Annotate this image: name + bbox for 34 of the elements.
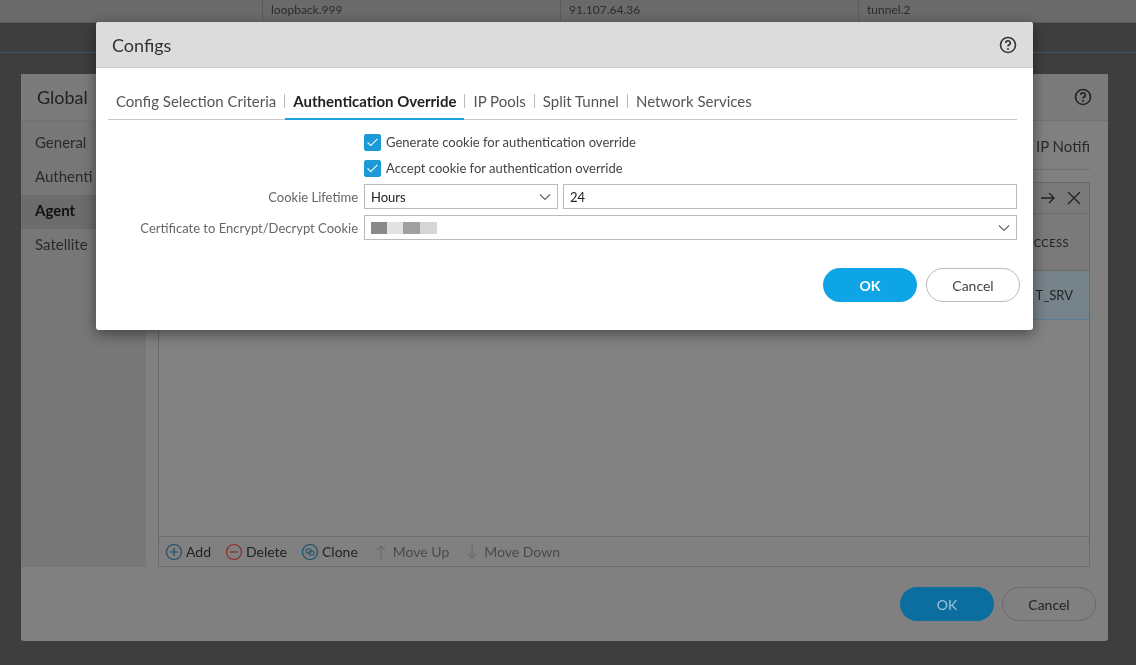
help-icon[interactable] — [999, 35, 1017, 54]
dialog-title: Global — [37, 86, 88, 108]
toolbar-button[interactable]: Clone — [301, 542, 358, 561]
tab[interactable]: Config Selection Criteria — [108, 92, 285, 120]
toolbar-button[interactable]: Add — [165, 542, 211, 561]
checkbox-label: Generate cookie for authentication override — [386, 134, 636, 150]
cancel-button[interactable]: Cancel — [1002, 587, 1096, 621]
ok-button[interactable]: OK — [823, 268, 917, 302]
minus-circle-icon — [225, 542, 243, 561]
caret-icon — [998, 223, 1010, 232]
dialog-title: Configs — [112, 33, 172, 56]
plus-circle-icon — [165, 542, 183, 561]
copy-circle-icon — [301, 542, 319, 561]
column-header: CCESS — [1033, 235, 1070, 249]
help-icon[interactable] — [1074, 88, 1092, 106]
checkbox-label: Accept cookie for authentication override — [386, 160, 623, 176]
checkbox[interactable] — [364, 159, 381, 177]
dropdown[interactable]: Hours — [364, 184, 558, 209]
masked-value-icon — [371, 221, 437, 234]
dropdown[interactable] — [364, 215, 1017, 240]
caret-icon — [539, 192, 551, 201]
tab[interactable]: Split Tunnel — [534, 92, 627, 120]
tab[interactable]: IP Notifi — [1035, 133, 1090, 169]
table-cell-text: T_SRV — [1035, 287, 1074, 303]
tab[interactable]: Network Services — [627, 92, 760, 120]
cancel-button[interactable]: Cancel — [926, 268, 1020, 302]
input-field[interactable]: 24 — [563, 184, 1017, 209]
tab[interactable]: IP Pools — [465, 92, 534, 120]
close-icon[interactable] — [1065, 189, 1083, 207]
tab[interactable]: Authentication Override — [285, 92, 465, 120]
toolbar-button[interactable]: Delete — [225, 542, 287, 561]
field-label: Cookie Lifetime — [267, 188, 358, 205]
ok-button[interactable]: OK — [900, 587, 994, 621]
checkbox[interactable] — [364, 133, 381, 151]
